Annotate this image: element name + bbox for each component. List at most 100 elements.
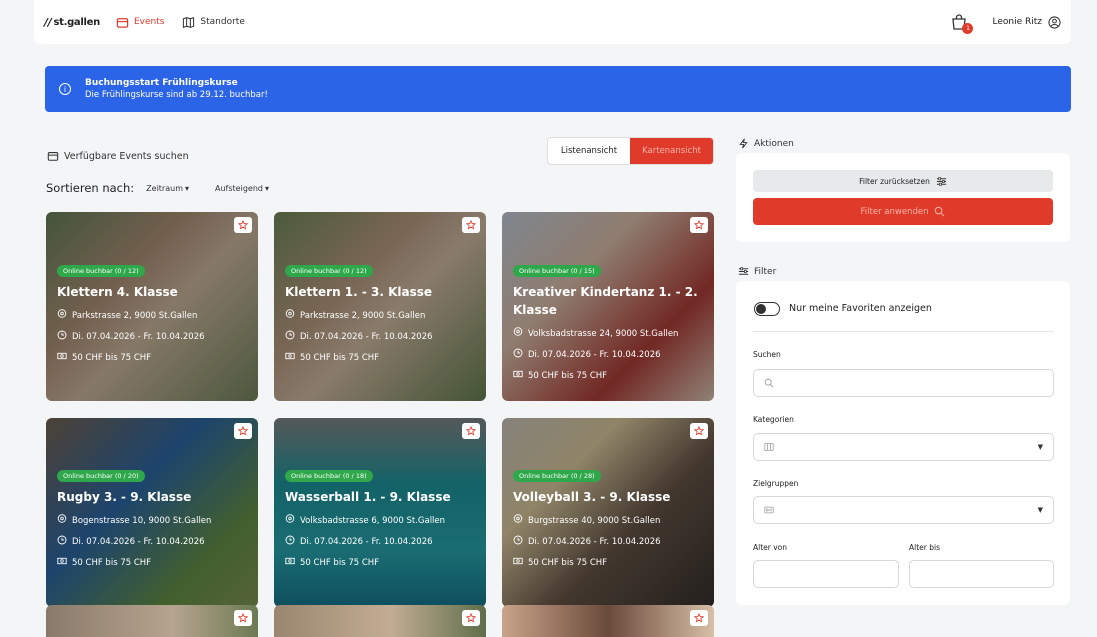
lightning-icon	[739, 138, 748, 149]
event-image	[46, 605, 258, 637]
event-address-text: Volksbadstrasse 24, 9000 St.Gallen	[528, 328, 679, 339]
categories-select[interactable]: ▼	[753, 433, 1054, 461]
event-image	[274, 605, 486, 637]
event-date: Di. 07.04.2026 - Fr. 10.04.2026	[513, 348, 706, 361]
availability-badge: Online buchbar (0 / 18)	[285, 470, 373, 482]
age-from-input[interactable]	[753, 560, 899, 588]
favorite-star-icon[interactable]	[234, 423, 252, 439]
sort-order-value: Aufsteigend	[215, 183, 263, 193]
availability-badge: Online buchbar (0 / 12)	[57, 265, 145, 277]
info-icon: i	[59, 83, 71, 95]
event-card-partial[interactable]	[274, 605, 486, 637]
event-price: 50 CHF bis 75 CHF	[285, 556, 478, 569]
event-address: Bogenstrasse 10, 9000 St.Gallen	[57, 514, 250, 527]
chevron-down-icon: ▼	[1037, 443, 1043, 451]
user-avatar-icon	[1048, 15, 1061, 29]
event-card[interactable]: Online buchbar (0 / 12) Klettern 1. - 3.…	[274, 212, 486, 401]
logo[interactable]: // st.gallen	[44, 16, 100, 29]
actions-panel: Filter zurücksetzen Filter anwenden	[736, 153, 1070, 242]
event-title: Kreativer Kindertanz 1. - 2. Klasse	[513, 285, 698, 317]
event-title: Klettern 4. Klasse	[57, 285, 178, 299]
info-banner: i Buchungsstart Frühlingskurse Die Frühl…	[45, 66, 1071, 112]
targets-field-label: Zielgruppen	[753, 479, 799, 488]
targets-select[interactable]: ▼	[753, 496, 1054, 524]
favorite-star-icon[interactable]	[690, 423, 708, 439]
event-card-content: Online buchbar (0 / 28) Volleyball 3. - …	[513, 463, 706, 577]
event-price: 50 CHF bis 75 CHF	[57, 556, 250, 569]
sort-order-dropdown[interactable]: Aufsteigend ▾	[215, 184, 269, 193]
favorite-star-icon[interactable]	[462, 217, 480, 233]
favorite-star-icon[interactable]	[234, 610, 252, 626]
favorite-star-icon[interactable]	[690, 217, 708, 233]
nav-events-label: Events	[133, 17, 165, 27]
event-price: 50 CHF bis 75 CHF	[513, 556, 706, 569]
age-to-label: Alter bis	[909, 543, 940, 552]
availability-badge: Online buchbar (0 / 15)	[513, 265, 601, 277]
event-address-text: Parkstrasse 2, 9000 St.Gallen	[300, 310, 426, 321]
event-card-content: Online buchbar (0 / 18) Wasserball 1. - …	[285, 463, 478, 577]
age-to-input[interactable]	[909, 560, 1054, 588]
event-card-content: Online buchbar (0 / 12) Klettern 4. Klas…	[57, 258, 250, 372]
clock-icon	[285, 535, 295, 548]
event-card-partial[interactable]	[502, 605, 714, 637]
event-date: Di. 07.04.2026 - Fr. 10.04.2026	[285, 330, 478, 343]
favorite-star-icon[interactable]	[234, 217, 252, 233]
event-card-partial[interactable]	[46, 605, 258, 637]
map-icon	[183, 16, 195, 28]
event-address-text: Parkstrasse 2, 9000 St.Gallen	[72, 310, 198, 321]
search-section-title: Verfügbare Events suchen	[47, 150, 189, 162]
event-card[interactable]: Online buchbar (0 / 28) Volleyball 3. - …	[502, 418, 714, 607]
apply-filter-button[interactable]: Filter anwenden	[753, 198, 1053, 225]
nav-events[interactable]: Events	[116, 16, 164, 29]
favorite-star-icon[interactable]	[462, 610, 480, 626]
event-title: Wasserball 1. - 9. Klasse	[285, 490, 451, 504]
filter-title-text: Filter	[754, 266, 777, 277]
location-pin-icon	[513, 327, 523, 340]
favorite-star-icon[interactable]	[690, 610, 708, 626]
cart-button[interactable]: 1	[950, 13, 974, 34]
location-pin-icon	[513, 514, 523, 527]
filter-section-title: Filter	[738, 266, 776, 277]
clock-icon	[513, 348, 523, 361]
clock-icon	[57, 330, 67, 343]
reset-filter-label: Filter zurücksetzen	[859, 176, 930, 186]
event-card[interactable]: Online buchbar (0 / 15) Kreativer Kinder…	[502, 212, 714, 401]
sliders-icon	[738, 267, 749, 275]
sort-field-value: Zeitraum	[146, 183, 183, 193]
event-address-text: Volksbadstrasse 6, 9000 St.Gallen	[300, 515, 446, 526]
list-view-button[interactable]: Listenansicht	[548, 138, 630, 164]
calendar-icon	[116, 17, 129, 28]
chevron-down-icon: ▼	[1037, 506, 1043, 514]
reset-filter-button[interactable]: Filter zurücksetzen	[753, 170, 1053, 192]
id-card-icon	[764, 506, 774, 514]
sliders-icon	[936, 176, 946, 186]
user-menu[interactable]: Leonie Ritz	[992, 15, 1061, 29]
favorites-toggle-label: Nur meine Favoriten anzeigen	[789, 303, 932, 314]
map-view-button[interactable]: Kartenansicht	[630, 138, 713, 164]
sort-field-dropdown[interactable]: Zeitraum ▾	[146, 184, 189, 193]
money-icon	[513, 556, 523, 569]
caret-down-icon: ▾	[264, 183, 269, 193]
availability-badge: Online buchbar (0 / 12)	[285, 265, 373, 277]
favorites-toggle[interactable]	[754, 302, 780, 316]
event-card[interactable]: Online buchbar (0 / 12) Klettern 4. Klas…	[46, 212, 258, 401]
nav-standorte[interactable]: Standorte	[182, 16, 245, 29]
event-address: Volksbadstrasse 24, 9000 St.Gallen	[513, 327, 706, 340]
event-date: Di. 07.04.2026 - Fr. 10.04.2026	[513, 535, 706, 548]
search-input[interactable]	[753, 369, 1054, 397]
event-address-text: Burgstrasse 40, 9000 St.Gallen	[528, 515, 661, 526]
event-date-text: Di. 07.04.2026 - Fr. 10.04.2026	[300, 536, 433, 547]
event-price: 50 CHF bis 75 CHF	[513, 369, 706, 382]
favorite-star-icon[interactable]	[462, 423, 480, 439]
calendar-icon	[47, 152, 59, 161]
sort-bar: Sortieren nach: Zeitraum ▾ Aufsteigend ▾	[46, 181, 269, 195]
apply-filter-label: Filter anwenden	[860, 206, 929, 217]
availability-badge: Online buchbar (0 / 28)	[513, 470, 601, 482]
search-title-text: Verfügbare Events suchen	[64, 150, 189, 162]
event-card[interactable]: Online buchbar (0 / 20) Rugby 3. - 9. Kl…	[46, 418, 258, 607]
event-card[interactable]: Online buchbar (0 / 18) Wasserball 1. - …	[274, 418, 486, 607]
money-icon	[285, 351, 295, 364]
event-date: Di. 07.04.2026 - Fr. 10.04.2026	[57, 535, 250, 548]
event-date-text: Di. 07.04.2026 - Fr. 10.04.2026	[72, 536, 205, 547]
clock-icon	[57, 535, 67, 548]
